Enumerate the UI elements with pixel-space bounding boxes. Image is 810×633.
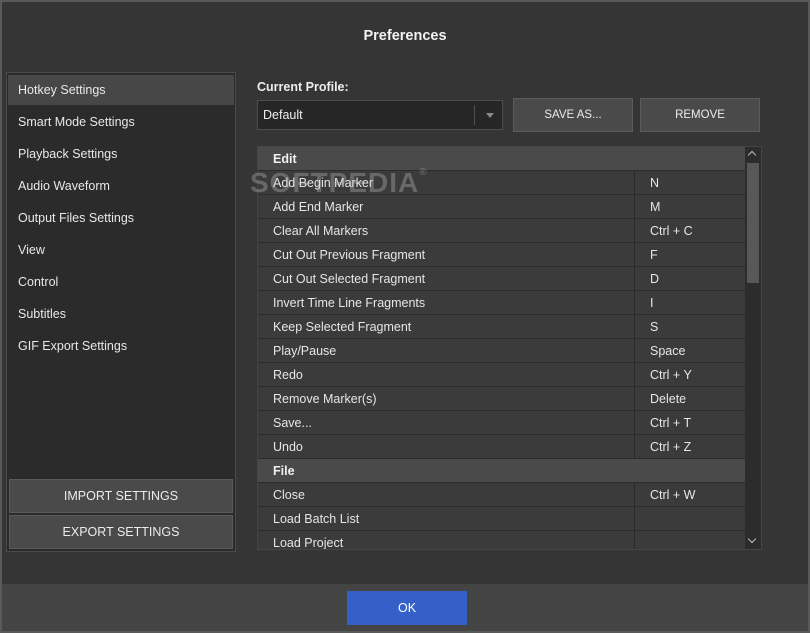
sidebar-item-subtitles[interactable]: Subtitles xyxy=(8,299,234,329)
group-label: File xyxy=(273,464,295,478)
hotkey-value[interactable]: Ctrl + C xyxy=(634,219,745,243)
sidebar-item-hotkey-settings[interactable]: Hotkey Settings xyxy=(8,75,234,105)
preferences-window: Preferences Hotkey Settings Smart Mode S… xyxy=(0,0,810,633)
hotkey-group-row[interactable]: Edit xyxy=(258,147,745,171)
sidebar-item-output-files-settings[interactable]: Output Files Settings xyxy=(8,203,234,233)
hotkey-value[interactable]: Space xyxy=(634,339,745,363)
command-label: Remove Marker(s) xyxy=(273,392,377,406)
hotkey-row[interactable]: Load Project xyxy=(258,531,745,550)
command-label: Load Batch List xyxy=(273,512,360,526)
hotkey-value[interactable]: Delete xyxy=(634,387,745,411)
window-title: Preferences xyxy=(363,28,447,44)
hotkey-value[interactable]: S xyxy=(634,315,745,339)
command-label: Invert Time Line Fragments xyxy=(273,296,426,310)
remove-profile-button[interactable]: REMOVE xyxy=(640,98,760,132)
hotkey-value xyxy=(634,147,745,171)
scrollbar-thumb[interactable] xyxy=(747,163,759,283)
command-label: Play/Pause xyxy=(273,344,337,358)
command-label: Cut Out Selected Fragment xyxy=(273,272,426,286)
hotkey-row[interactable]: Redo Ctrl + Y xyxy=(258,363,745,387)
dropdown-divider xyxy=(474,105,475,125)
profile-selected-value: Default xyxy=(263,108,303,122)
save-as-button[interactable]: SAVE AS... xyxy=(513,98,633,132)
hotkey-value[interactable]: Ctrl + T xyxy=(634,411,745,435)
sidebar-item-audio-waveform[interactable]: Audio Waveform xyxy=(8,171,234,201)
hotkey-row[interactable]: Close Ctrl + W xyxy=(258,483,745,507)
hotkey-row[interactable]: Add Begin Marker N xyxy=(258,171,745,195)
hotkey-rows: Edit Add Begin Marker N Add End Marker M… xyxy=(258,147,745,550)
sidebar-item-smart-mode-settings[interactable]: Smart Mode Settings xyxy=(8,107,234,137)
command-label: Clear All Markers xyxy=(273,224,369,238)
sidebar-item-gif-export-settings[interactable]: GIF Export Settings xyxy=(8,331,234,361)
command-label: Undo xyxy=(273,440,303,454)
hotkey-row[interactable]: Add End Marker M xyxy=(258,195,745,219)
sidebar-item-control[interactable]: Control xyxy=(8,267,234,297)
hotkey-value[interactable]: F xyxy=(634,243,745,267)
hotkey-row[interactable]: Remove Marker(s) Delete xyxy=(258,387,745,411)
profile-dropdown[interactable]: Default xyxy=(257,100,503,130)
command-label: Cut Out Previous Fragment xyxy=(273,248,426,262)
chevron-down-icon xyxy=(486,113,494,118)
sidebar-item-playback-settings[interactable]: Playback Settings xyxy=(8,139,234,169)
hotkey-value xyxy=(634,459,745,483)
hotkey-row[interactable]: Cut Out Previous Fragment F xyxy=(258,243,745,267)
command-label: Load Project xyxy=(273,536,344,550)
hotkey-row[interactable]: Invert Time Line Fragments I xyxy=(258,291,745,315)
command-label: Keep Selected Fragment xyxy=(273,320,412,334)
hotkey-row[interactable]: Play/Pause Space xyxy=(258,339,745,363)
hotkey-value[interactable]: D xyxy=(634,267,745,291)
hotkey-value[interactable]: Ctrl + Y xyxy=(634,363,745,387)
hotkey-value[interactable]: I xyxy=(634,291,745,315)
hotkey-group-row[interactable]: File xyxy=(258,459,745,483)
sidebar-item-view[interactable]: View xyxy=(8,235,234,265)
current-profile-label: Current Profile: xyxy=(257,80,349,94)
hotkey-value[interactable]: Ctrl + Z xyxy=(634,435,745,459)
hotkey-row[interactable]: Save... Ctrl + T xyxy=(258,411,745,435)
scroll-down-arrow-icon[interactable] xyxy=(745,533,761,549)
hotkey-value[interactable]: Ctrl + W xyxy=(634,483,745,507)
scroll-up-arrow-icon[interactable] xyxy=(745,147,761,163)
hotkey-value[interactable] xyxy=(634,531,745,549)
hotkey-row[interactable]: Undo Ctrl + Z xyxy=(258,435,745,459)
export-settings-button[interactable]: EXPORT SETTINGS xyxy=(9,515,233,549)
hotkey-value[interactable]: N xyxy=(634,171,745,195)
command-label: Add End Marker xyxy=(273,200,364,214)
settings-sidebar: Hotkey Settings Smart Mode Settings Play… xyxy=(6,72,236,552)
hotkey-row[interactable]: Cut Out Selected Fragment D xyxy=(258,267,745,291)
hotkey-row[interactable]: Keep Selected Fragment S xyxy=(258,315,745,339)
hotkey-value[interactable]: M xyxy=(634,195,745,219)
vertical-scrollbar[interactable] xyxy=(745,147,761,549)
hotkey-row[interactable]: Load Batch List xyxy=(258,507,745,531)
hotkey-row[interactable]: Clear All Markers Ctrl + C xyxy=(258,219,745,243)
command-label: Redo xyxy=(273,368,303,382)
command-label: Save... xyxy=(273,416,312,430)
command-label: Close xyxy=(273,488,305,502)
ok-button[interactable]: OK xyxy=(347,591,467,625)
hotkey-value[interactable] xyxy=(634,507,745,531)
hotkey-table: Edit Add Begin Marker N Add End Marker M… xyxy=(257,146,762,550)
import-settings-button[interactable]: IMPORT SETTINGS xyxy=(9,479,233,513)
group-label: Edit xyxy=(273,152,297,166)
command-label: Add Begin Marker xyxy=(273,176,374,190)
